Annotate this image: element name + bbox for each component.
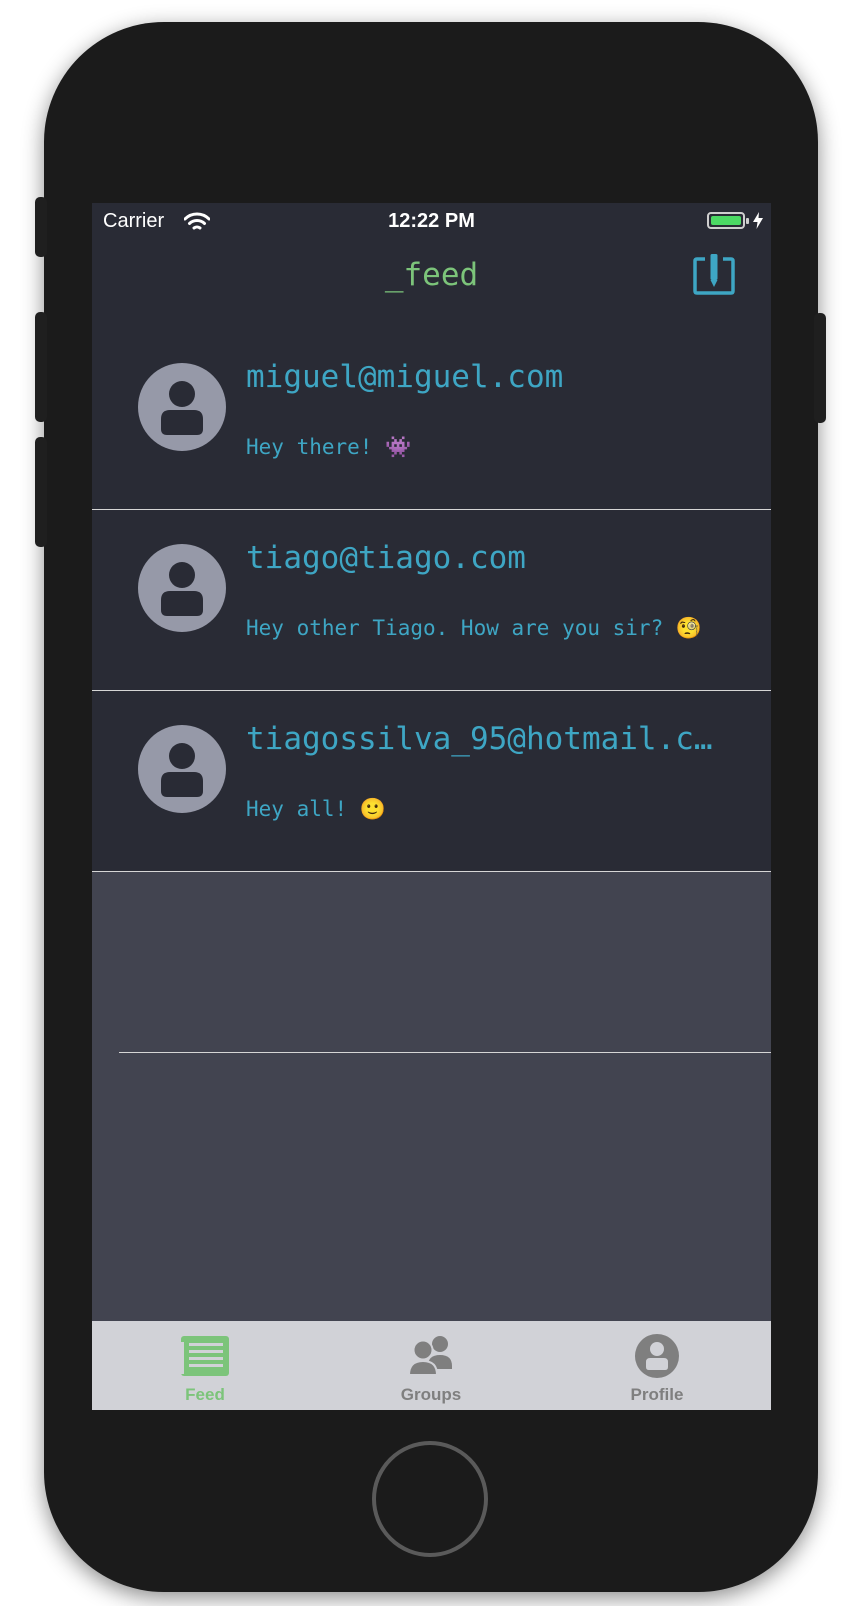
avatar-icon [138, 725, 226, 813]
mute-switch [35, 197, 47, 257]
battery-tip [746, 218, 749, 224]
tab-label: Groups [400, 1385, 462, 1404]
tab-feed[interactable]: Feed [92, 1321, 318, 1410]
author-email: miguel@miguel.com [246, 359, 564, 395]
home-button[interactable] [372, 1441, 488, 1557]
volume-down-button [35, 437, 47, 547]
group-icon [407, 1336, 452, 1376]
volume-up-button [35, 312, 47, 422]
avatar-icon [138, 544, 226, 632]
row-divider [119, 1052, 771, 1053]
power-button [814, 313, 826, 423]
feed-item[interactable]: tiagossilva_95@hotmail.c… Hey all! 🙂 [92, 691, 771, 872]
page-title: _feed [384, 257, 479, 293]
app-screen: Carrier 12:22 PM _feed miguel@miguel.com… [92, 203, 771, 1410]
tab-groups[interactable]: Groups [318, 1321, 544, 1410]
author-email: tiagossilva_95@hotmail.c… [246, 721, 713, 757]
navigation-bar: _feed [92, 241, 771, 329]
battery-icon [707, 212, 745, 229]
tab-label: Feed [185, 1385, 225, 1404]
avatar-icon [138, 363, 226, 451]
feed-item[interactable]: miguel@miguel.com Hey there! 👾 [92, 329, 771, 510]
tab-label: Profile [630, 1385, 684, 1404]
feed-item[interactable]: tiago@tiago.com Hey other Tiago. How are… [92, 510, 771, 691]
tab-bar: Feed Groups Profile [92, 1321, 771, 1410]
author-email: tiago@tiago.com [246, 540, 526, 576]
profile-icon [635, 1334, 679, 1378]
status-time: 12:22 PM [388, 210, 475, 232]
charging-bolt-icon [753, 212, 763, 229]
battery-level [711, 216, 741, 225]
post-message: Hey all! 🙂 [246, 797, 386, 821]
post-message: Hey there! 👾 [246, 435, 412, 459]
feed-list: miguel@miguel.com Hey there! 👾 tiago@tia… [92, 329, 771, 1053]
tab-profile[interactable]: Profile [544, 1321, 770, 1410]
post-message: Hey other Tiago. How are you sir? 🧐 [246, 616, 703, 640]
status-bar: Carrier 12:22 PM [92, 203, 771, 241]
compose-icon[interactable] [692, 253, 736, 299]
newspaper-icon [180, 1336, 229, 1376]
empty-row [92, 872, 771, 1053]
